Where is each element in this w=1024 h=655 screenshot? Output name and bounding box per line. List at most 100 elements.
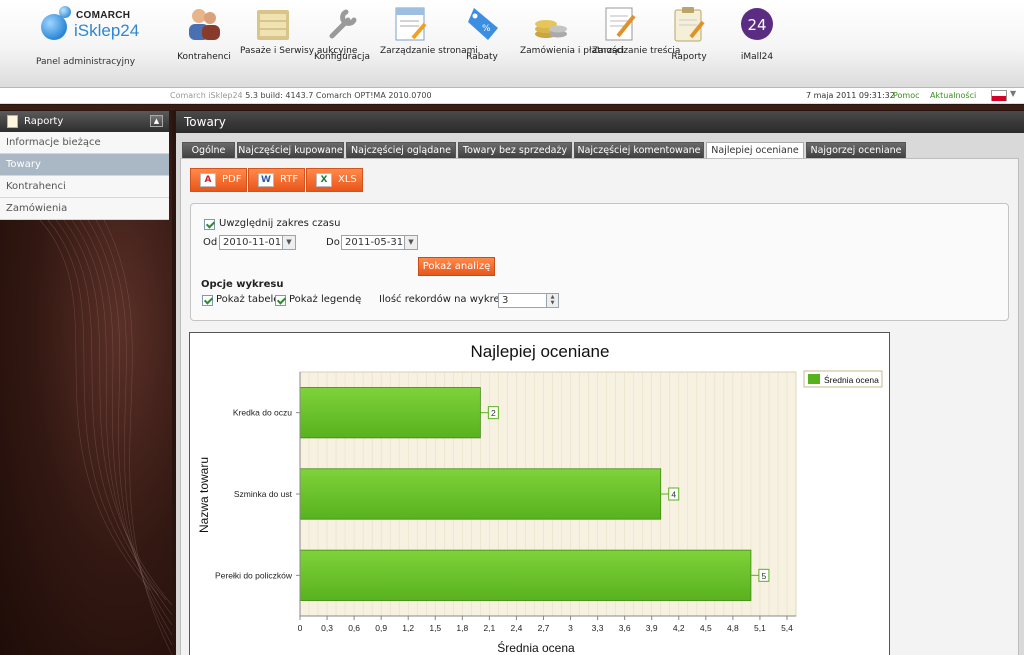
nav-konfiguracja[interactable]: Konfiguracja — [314, 0, 370, 86]
tab-najczesciej-komentowane[interactable]: Najczęściej komentowane — [574, 142, 704, 159]
word-icon: W — [258, 173, 274, 187]
nav-zarzadzanie-trescia[interactable]: Zarządzanie treścią — [592, 0, 681, 86]
pdf-icon: A — [200, 173, 216, 187]
imall-24-icon: 24 — [741, 8, 773, 40]
collapse-icon[interactable]: ▲ — [150, 115, 163, 127]
wrench-icon — [329, 9, 357, 39]
x-tick-label: 0,6 — [348, 623, 360, 633]
show-legend-checkbox[interactable] — [275, 295, 286, 306]
from-label: Od — [203, 237, 218, 248]
chart-panel: Najlepiej oceniane 2 4 5 Kredka do oczu Szm… — [189, 332, 890, 655]
nav-zarzadzanie-stronami[interactable]: Zarządzanie stronami — [380, 0, 478, 86]
excel-icon: X — [316, 173, 332, 187]
document-edit-icon — [605, 7, 636, 41]
imall-badge: 24 — [747, 16, 766, 34]
calendar-dropdown-icon[interactable]: ▼ — [404, 236, 417, 249]
nav-pasaze[interactable]: Pasaże i Serwisy aukcyjne — [240, 0, 358, 86]
chart-options-title: Opcje wykresu — [201, 279, 284, 290]
filter-panel: Uwzględnij zakres czasu Od 2010-11-01 ▼ … — [190, 203, 1009, 321]
x-tick-label: 4,5 — [700, 623, 712, 633]
include-range-checkbox[interactable] — [204, 219, 215, 230]
x-tick-label: 2,4 — [511, 623, 523, 633]
y-tick-label: Perełki do policzków — [215, 570, 293, 580]
report-doc-icon — [7, 115, 18, 128]
data-label: 4 — [671, 490, 676, 500]
help-link[interactable]: Pomoc — [893, 91, 920, 100]
tab-towary-bez-sprzedazy[interactable]: Towary bez sprzedaży — [458, 142, 572, 159]
records-value: 3 — [502, 295, 509, 306]
x-tick-label: 4,2 — [673, 623, 685, 633]
nav-label: Konfiguracja — [314, 52, 370, 62]
x-tick-label: 1,5 — [429, 623, 441, 633]
version-build: 5.3 build: 4143.7 Comarch OPT!MA 2010.07… — [245, 91, 432, 100]
tab-ogolne[interactable]: Ogólne — [182, 142, 235, 159]
x-tick-label: 0,3 — [321, 623, 333, 633]
news-link[interactable]: Aktualności — [930, 91, 976, 100]
x-tick-label: 2,1 — [483, 623, 495, 633]
sidebar-item-informacje[interactable]: Informacje bieżące — [0, 132, 169, 154]
language-dropdown-icon[interactable]: ▼ — [1010, 89, 1016, 98]
y-tick-label: Szminka do ust — [234, 489, 293, 499]
calendar-dropdown-icon[interactable]: ▼ — [282, 236, 295, 249]
export-xls-button[interactable]: X XLS — [306, 168, 363, 192]
show-analysis-button[interactable]: Pokaż analizę — [418, 257, 495, 276]
language-flag-icon[interactable] — [991, 90, 1007, 101]
sidebar-item-zamowienia[interactable]: Zamówienia — [0, 198, 169, 220]
export-pdf-label: PDF — [222, 174, 242, 185]
bar — [299, 468, 662, 520]
records-label: Ilość rekordów na wykresie — [379, 294, 514, 305]
export-rtf-button[interactable]: W RTF — [248, 168, 305, 192]
nav-label: Zarządzanie treścią — [592, 46, 681, 56]
tab-najczesciej-ogladane[interactable]: Najczęściej oglądane — [346, 142, 456, 159]
nav-label: Zarządzanie stronami — [380, 46, 478, 56]
x-tick-label: 2,7 — [538, 623, 550, 633]
legend: Średnia ocena — [803, 370, 883, 388]
sidebar-title: Raporty — [24, 116, 64, 127]
sidebar-header: Raporty ▲ — [0, 111, 169, 132]
nav-zamowienia[interactable]: Zamówienia i płatności — [520, 0, 624, 86]
bar-chart: Najlepiej oceniane 2 4 5 Kredka do oczu Szm… — [197, 342, 883, 655]
to-date-value: 2011-05-31 — [345, 237, 404, 248]
x-tick-label: 1,8 — [456, 623, 468, 633]
nav-label: Pasaże i Serwisy aukcyjne — [240, 46, 358, 56]
bar — [299, 549, 752, 601]
from-date-value: 2010-11-01 — [223, 237, 282, 248]
top-header: COMARCH iSklep24 Panel administracyjny K… — [0, 0, 1024, 88]
comarch-logo[interactable]: COMARCH iSklep24 — [38, 4, 148, 48]
nav-kontrahenci[interactable]: Kontrahenci — [176, 0, 232, 86]
from-date-field[interactable]: 2010-11-01 ▼ — [219, 235, 296, 250]
show-table-checkbox[interactable] — [202, 295, 213, 306]
x-axis-ticks: 0 0,3 0,6 0,9 1,2 1,5 1,8 2,1 2,4 2,7 3 3,3 3,6 3,9 4,… — [298, 616, 793, 633]
x-tick-label: 4,8 — [727, 623, 739, 633]
logo-small-ball-icon — [59, 6, 71, 18]
nav-label: Kontrahenci — [177, 52, 231, 62]
tab-najgorzej-oceniane[interactable]: Najgorzej oceniane — [806, 142, 906, 159]
panel-label: Panel administracyjny — [35, 57, 136, 67]
y-tick-label: Kredka do oczu — [233, 408, 292, 418]
x-tick-label: 5,1 — [754, 623, 766, 633]
brand-name: COMARCH — [76, 10, 131, 21]
x-tick-label: 3,3 — [592, 623, 604, 633]
nav-rabaty[interactable]: % Rabaty — [455, 0, 509, 86]
to-label: Do — [326, 237, 340, 248]
data-label: 5 — [762, 571, 767, 581]
tab-najczesciej-kupowane[interactable]: Najczęściej kupowane — [237, 142, 344, 159]
nav-label: Rabaty — [466, 52, 498, 62]
export-buttons: A PDF W RTF X XLS — [190, 168, 363, 192]
records-stepper[interactable]: 3 ▲ ▼ — [498, 293, 559, 308]
export-pdf-button[interactable]: A PDF — [190, 168, 247, 192]
sidebar-item-kontrahenci[interactable]: Kontrahenci — [0, 176, 169, 198]
x-tick-label: 3,6 — [619, 623, 631, 633]
sidebar-item-towary[interactable]: Towary — [0, 154, 169, 176]
nav-imall24[interactable]: 24 iMall24 — [730, 0, 784, 86]
stepper-arrows-icon[interactable]: ▲ ▼ — [546, 294, 558, 307]
x-tick-label: 3,9 — [646, 623, 658, 633]
nav-raporty[interactable]: Raporty — [662, 0, 716, 86]
data-label: 2 — [491, 408, 496, 418]
show-legend-label: Pokaż legendę — [289, 294, 362, 305]
chart-title: Najlepiej oceniane — [471, 342, 610, 361]
to-date-field[interactable]: 2011-05-31 ▼ — [341, 235, 418, 250]
page-edit-icon — [395, 7, 427, 41]
x-tick-label: 0 — [298, 623, 303, 633]
sidebar: Raporty ▲ Informacje bieżące Towary Kont… — [0, 111, 169, 220]
